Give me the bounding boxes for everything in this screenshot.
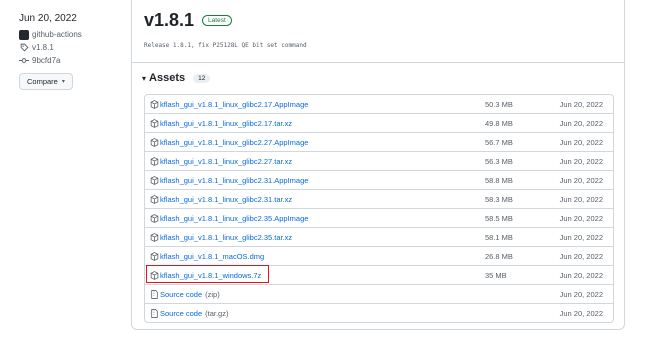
compare-label: Compare: [27, 77, 58, 86]
release-title[interactable]: v1.8.1: [144, 10, 194, 31]
asset-size: 49.8 MB: [485, 118, 513, 128]
asset-row: kflash_gui_v1.8.1_linux_glibc2.27.tar.xz…: [145, 151, 613, 170]
commit-row[interactable]: 9bcfd7a: [19, 54, 119, 67]
asset-row: kflash_gui_v1.8.1_linux_glibc2.27.AppIma…: [145, 132, 613, 151]
commit-hash[interactable]: 9bcfd7a: [32, 56, 60, 65]
package-icon: [150, 232, 159, 242]
compare-button[interactable]: Compare ▾: [19, 73, 73, 90]
asset-row: kflash_gui_v1.8.1_linux_glibc2.35.AppIma…: [145, 208, 613, 227]
asset-link[interactable]: kflash_gui_v1.8.1_linux_glibc2.31.tar.xz: [145, 195, 485, 204]
asset-link[interactable]: kflash_gui_v1.8.1_linux_glibc2.27.AppIma…: [145, 138, 485, 147]
asset-date: Jun 20, 2022: [559, 194, 603, 204]
divider: [132, 62, 624, 63]
asset-date: Jun 20, 2022: [559, 99, 603, 109]
asset-size: 35 MB: [485, 270, 507, 280]
asset-row: kflash_gui_v1.8.1_linux_glibc2.17.tar.xz…: [145, 113, 613, 132]
author-name[interactable]: github-actions: [32, 30, 82, 39]
asset-date: Jun 20, 2022: [559, 137, 603, 147]
asset-row: kflash_gui_v1.8.1_linux_glibc2.31.AppIma…: [145, 170, 613, 189]
assets-list: kflash_gui_v1.8.1_linux_glibc2.17.AppIma…: [144, 94, 614, 323]
assets-count-badge: 12: [193, 73, 211, 83]
asset-size: 58.8 MB: [485, 175, 513, 185]
assets-label: Assets: [149, 72, 186, 84]
package-icon: [150, 118, 159, 128]
github-avatar-icon: [19, 29, 29, 40]
asset-date: Jun 20, 2022: [559, 270, 603, 280]
tag-name[interactable]: v1.8.1: [32, 43, 54, 52]
asset-link[interactable]: kflash_gui_v1.8.1_linux_glibc2.35.tar.xz: [145, 233, 485, 242]
asset-size: 50.3 MB: [485, 99, 513, 109]
tag-row[interactable]: v1.8.1: [19, 41, 119, 54]
asset-date: Jun 20, 2022: [559, 118, 603, 128]
release-date: Jun 20, 2022: [19, 13, 77, 24]
asset-size: 56.3 MB: [485, 156, 513, 166]
asset-link-windows[interactable]: kflash_gui_v1.8.1_windows.7z: [145, 271, 485, 280]
latest-badge: Latest: [202, 15, 232, 26]
source-tar-row: Source code (tar.gz) Jun 20, 2022: [145, 303, 613, 322]
source-tar-link[interactable]: Source code (tar.gz): [145, 309, 485, 318]
asset-size: 58.1 MB: [485, 232, 513, 242]
asset-date: Jun 20, 2022: [559, 175, 603, 185]
asset-size: 58.5 MB: [485, 213, 513, 223]
asset-date: Jun 20, 2022: [559, 213, 603, 223]
asset-link[interactable]: kflash_gui_v1.8.1_linux_glibc2.17.tar.xz: [145, 119, 485, 128]
asset-date: Jun 20, 2022: [559, 289, 603, 299]
asset-size: 58.3 MB: [485, 194, 513, 204]
asset-row: kflash_gui_v1.8.1_linux_glibc2.35.tar.xz…: [145, 227, 613, 246]
triangle-down-icon: ▾: [142, 73, 147, 83]
asset-date: Jun 20, 2022: [559, 232, 603, 242]
package-icon: [150, 213, 159, 223]
tag-icon: [19, 43, 29, 53]
asset-row-highlighted: kflash_gui_v1.8.1_windows.7z 35 MB Jun 2…: [145, 265, 613, 284]
release-card: v1.8.1 Latest Release 1.8.1, fix P25128L…: [131, 0, 625, 330]
file-zip-icon: [150, 308, 159, 318]
asset-row: kflash_gui_v1.8.1_linux_glibc2.17.AppIma…: [145, 95, 613, 113]
package-icon: [150, 251, 159, 261]
assets-toggle[interactable]: ▾ Assets 12: [142, 72, 211, 84]
asset-size: 26.8 MB: [485, 251, 513, 261]
package-icon: [150, 99, 159, 109]
release-sidebar: Jun 20, 2022 github-actions v1.8.1 9bcfd…: [19, 13, 119, 90]
caret-down-icon: ▾: [61, 79, 65, 85]
asset-date: Jun 20, 2022: [559, 156, 603, 166]
asset-link[interactable]: kflash_gui_v1.8.1_linux_glibc2.17.AppIma…: [145, 100, 485, 109]
package-icon: [150, 270, 159, 280]
asset-date: Jun 20, 2022: [559, 308, 603, 318]
asset-link[interactable]: kflash_gui_v1.8.1_linux_glibc2.27.tar.xz: [145, 157, 485, 166]
package-icon: [150, 194, 159, 204]
author-row[interactable]: github-actions: [19, 28, 119, 41]
file-zip-icon: [150, 289, 159, 299]
source-zip-link[interactable]: Source code (zip): [145, 290, 485, 299]
release-header: v1.8.1 Latest: [144, 10, 232, 31]
source-zip-row: Source code (zip) Jun 20, 2022: [145, 284, 613, 303]
package-icon: [150, 175, 159, 185]
package-icon: [150, 137, 159, 147]
asset-link[interactable]: kflash_gui_v1.8.1_linux_glibc2.31.AppIma…: [145, 176, 485, 185]
asset-row: kflash_gui_v1.8.1_linux_glibc2.31.tar.xz…: [145, 189, 613, 208]
asset-row: kflash_gui_v1.8.1_macOS.dmg 26.8 MB Jun …: [145, 246, 613, 265]
asset-link[interactable]: kflash_gui_v1.8.1_macOS.dmg: [145, 252, 485, 261]
asset-link[interactable]: kflash_gui_v1.8.1_linux_glibc2.35.AppIma…: [145, 214, 485, 223]
asset-date: Jun 20, 2022: [559, 251, 603, 261]
asset-size: 56.7 MB: [485, 137, 513, 147]
package-icon: [150, 156, 159, 166]
release-description: Release 1.8.1, fix P25128L QE bit set co…: [144, 42, 307, 49]
commit-icon: [19, 56, 29, 66]
